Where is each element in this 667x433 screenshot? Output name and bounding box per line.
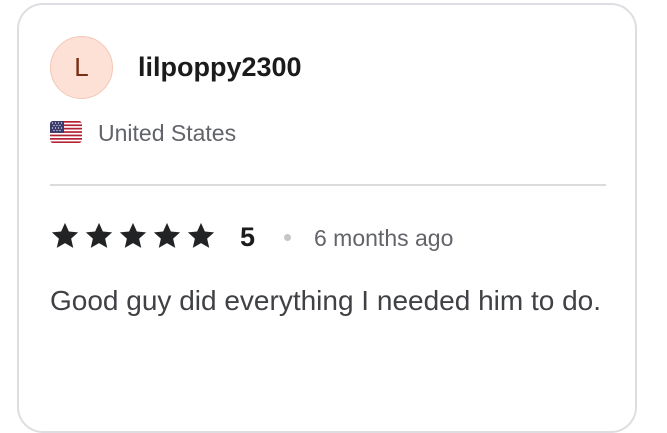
- divider: [50, 184, 606, 186]
- rating-value: 5: [240, 222, 256, 252]
- review-time: 6 months ago: [314, 225, 454, 251]
- reviewer-country: United States: [98, 120, 237, 146]
- avatar[interactable]: L: [50, 36, 113, 99]
- us-flag-icon: [50, 121, 82, 143]
- reviewer-username[interactable]: lilpoppy2300: [138, 49, 302, 85]
- review-text: Good guy did everything I needed him to …: [50, 285, 602, 316]
- star-rating: [50, 221, 216, 251]
- star-icon: [51, 222, 79, 248]
- separator-dot: [284, 234, 291, 241]
- star-icon: [153, 222, 181, 248]
- star-icon: [119, 222, 147, 248]
- star-icon: [85, 222, 113, 248]
- star-icon: [187, 222, 215, 248]
- avatar-initial: L: [74, 52, 89, 82]
